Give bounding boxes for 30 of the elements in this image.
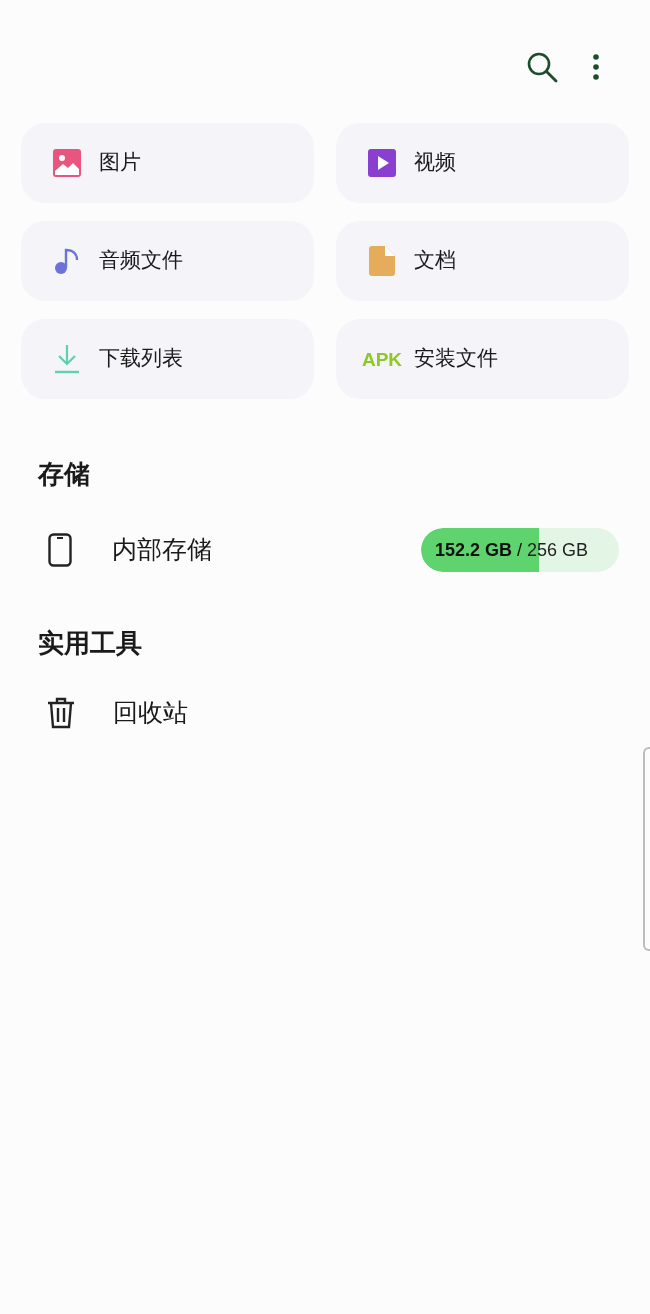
- used-space: 152.2 GB: [435, 538, 513, 562]
- category-label: 安装文件: [414, 345, 498, 373]
- phone-icon: [48, 533, 72, 567]
- category-card[interactable]: APK 安装文件: [336, 319, 629, 399]
- download-icon: [54, 344, 80, 374]
- category-label: 视频: [414, 149, 456, 177]
- search-icon[interactable]: [526, 51, 558, 83]
- section-heading: 存储: [36, 458, 91, 491]
- more-options-icon[interactable]: [592, 53, 600, 81]
- category-label: 文档: [414, 247, 456, 275]
- category-card[interactable]: 音频文件: [21, 221, 314, 301]
- apk-icon: APK: [361, 349, 403, 369]
- category-label: 下载列表: [99, 345, 183, 373]
- trash-icon: [47, 697, 75, 729]
- category-label: 音频文件: [99, 247, 183, 275]
- storage-label: 内部存储: [112, 534, 213, 567]
- tool-label: 回收站: [113, 697, 188, 730]
- tool-row[interactable]: 回收站: [0, 673, 650, 753]
- section-heading: 实用工具: [37, 627, 143, 660]
- category-card[interactable]: 文档: [336, 221, 629, 301]
- music-note-icon: [54, 247, 80, 275]
- separator: /: [517, 538, 523, 562]
- category-card[interactable]: 图片: [21, 123, 314, 203]
- category-label: 图片: [99, 149, 141, 177]
- side-panel-handle[interactable]: [643, 747, 650, 951]
- category-card[interactable]: 下载列表: [21, 319, 314, 399]
- image-icon: [53, 149, 81, 177]
- play-icon: [368, 149, 396, 177]
- category-card[interactable]: 视频: [336, 123, 629, 203]
- document-icon: [369, 246, 395, 276]
